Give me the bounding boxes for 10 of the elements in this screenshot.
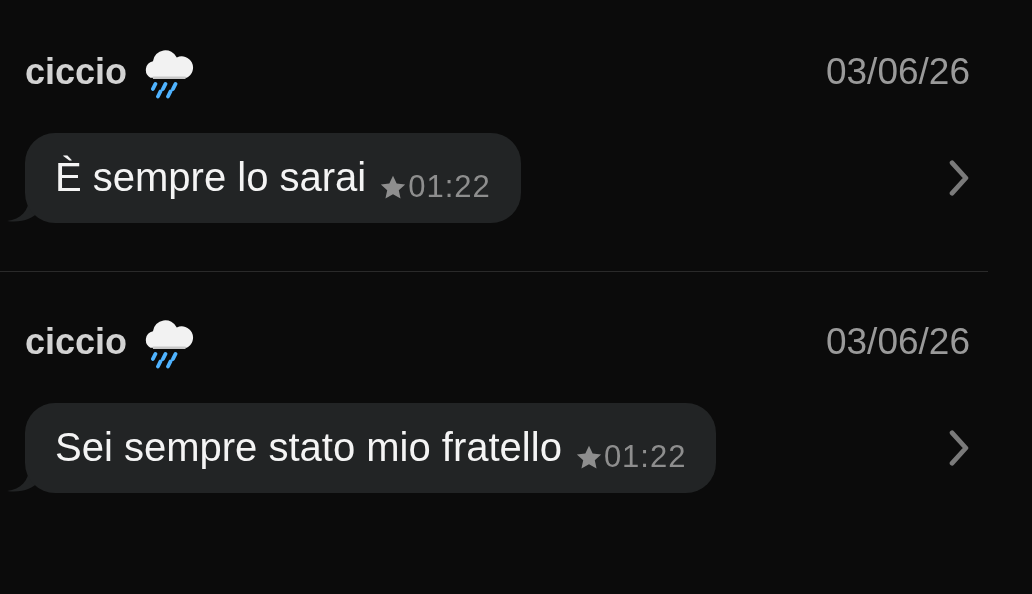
message-date: 03/06/26 xyxy=(825,321,970,363)
message-time: 01:22 xyxy=(408,169,491,205)
message-text: Sei sempre stato mio fratello xyxy=(55,424,562,471)
message-time: 01:22 xyxy=(603,439,687,475)
sender-name: ciccio xyxy=(25,321,128,363)
chevron-right-icon xyxy=(948,430,970,466)
sender-name: ciccio xyxy=(25,51,128,93)
message-text: È sempre lo sarai xyxy=(55,154,367,201)
chevron-right-icon xyxy=(948,160,970,196)
message-date: 03/06/26 xyxy=(825,51,970,93)
